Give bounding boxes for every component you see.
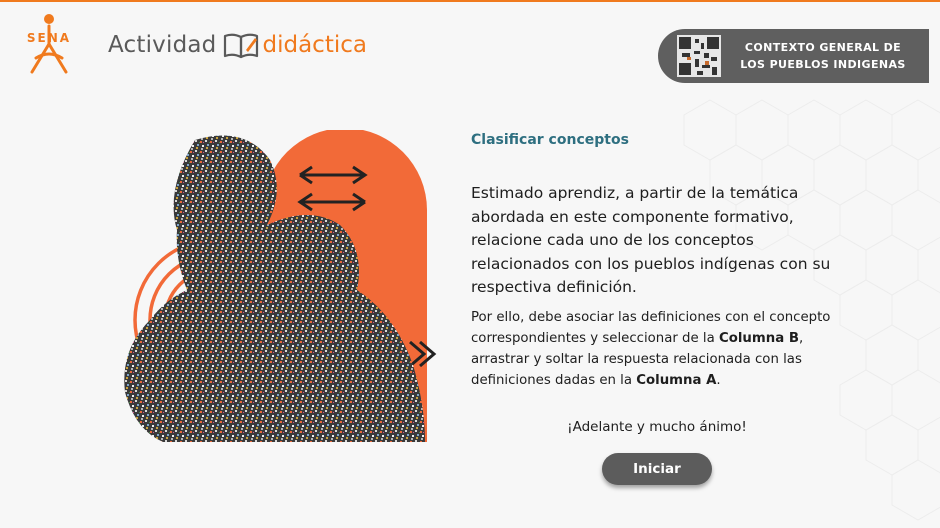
start-button[interactable]: Iniciar: [602, 453, 712, 485]
component-context-badge: CONTEXTO GENERAL DE LOS PUEBLOS INDIGENA…: [658, 29, 929, 83]
indigenous-people-illustration: [124, 130, 437, 442]
section-title: Clasificar conceptos: [471, 132, 629, 148]
context-thumbnail-image: [677, 35, 721, 77]
instructions-text-3: .: [716, 373, 721, 388]
brand-word-didactica: didáctica: [262, 32, 367, 58]
brand-word-actividad: Actividad: [108, 32, 217, 58]
instructions-columna-b: Columna B: [718, 331, 799, 346]
sena-logo: SENA: [27, 14, 71, 74]
instructions-paragraph: Por ello, debe asociar las definiciones …: [471, 307, 856, 391]
top-accent-line: [0, 0, 940, 2]
instructions-columna-a: Columna A: [636, 373, 717, 388]
hexagon-background-pattern: [683, 99, 940, 521]
activity-brand: Actividad didáctica: [108, 28, 367, 62]
open-book-icon: [224, 33, 259, 59]
intro-paragraph: Estimado aprendiz, a partir de la temáti…: [471, 184, 831, 296]
encouragement-text: ¡Adelante y mucho ánimo!: [567, 419, 747, 435]
context-title: CONTEXTO GENERAL DE LOS PUEBLOS INDIGENA…: [740, 41, 906, 71]
svg-text:SENA: SENA: [27, 31, 71, 45]
